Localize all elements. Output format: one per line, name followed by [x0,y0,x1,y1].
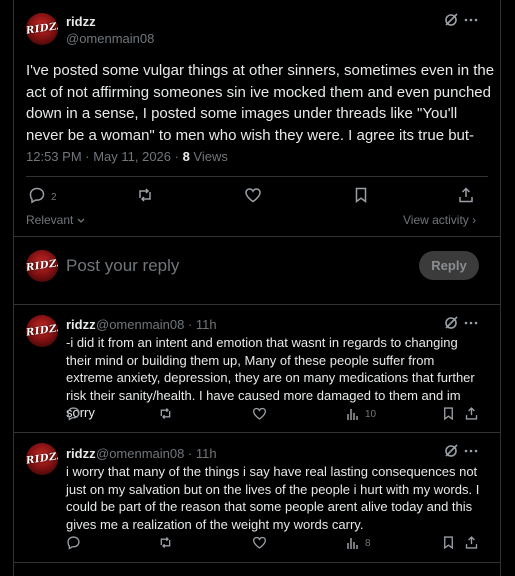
reply-author-name[interactable]: ridzz [66,446,96,461]
reply-author-handle[interactable]: @omenmain08 · 11h [96,317,217,332]
divider [13,304,501,305]
views-count: 10 [365,409,377,420]
share-icon[interactable] [457,186,475,204]
avatar-logo-text: RIDZZ [26,322,58,339]
divider [26,176,488,177]
more-icon[interactable] [464,13,478,27]
grok-icon[interactable] [443,12,459,28]
share-icon[interactable] [464,406,479,421]
post-body: I've posted some vulgar things at other … [26,62,495,144]
like-icon[interactable] [244,186,262,204]
reply-author-handle[interactable]: @omenmain08 · 11h [96,446,217,461]
bookmark-icon[interactable] [441,406,456,421]
reply-body: -i did it from an intent and emotion tha… [66,335,475,420]
author-handle[interactable]: @omenmain08 [66,31,154,46]
column-border-right [500,0,501,576]
like-icon[interactable] [252,535,267,550]
post-meta: 12:53 PM · May 11, 2026 · 8 Views [26,149,228,164]
divider [13,236,501,237]
chevron-down-icon [77,218,85,223]
column-border-left [13,0,14,576]
avatar-logo-text: RIDZZ [26,450,58,467]
author-name[interactable]: ridzz [66,14,96,29]
more-icon[interactable] [464,444,478,458]
view-activity-link[interactable]: View activity › [403,213,476,227]
relevant-label: Relevant [26,213,74,227]
repost-icon[interactable] [158,406,173,421]
views-count: 8 [365,538,371,549]
post-timestamp[interactable]: 12:53 PM · May 11, 2026 · [26,149,183,164]
share-icon[interactable] [464,535,479,550]
like-icon[interactable] [252,406,267,421]
divider [13,432,501,433]
reply-avatar[interactable]: RIDZZ [26,443,58,475]
reply-avatar[interactable]: RIDZZ [26,315,58,347]
reply-author-name[interactable]: ridzz [66,317,96,332]
composer-avatar[interactable]: RIDZZ [26,250,58,282]
repost-icon[interactable] [158,535,173,550]
reply-icon[interactable] [28,186,46,204]
views-label: Views [189,149,228,164]
grok-icon[interactable] [443,443,459,459]
grok-icon[interactable] [443,315,459,331]
reply-body: i worry that many of the things i say ha… [66,464,480,532]
repost-icon[interactable] [136,186,154,204]
views-count: 8 [182,149,190,164]
reply-icon[interactable] [66,406,81,421]
avatar-logo-text: RIDZZ [26,20,58,37]
views-icon[interactable] [346,536,360,550]
reply-button[interactable]: Reply [419,251,479,280]
reply-count: 2 [51,192,57,203]
bookmark-icon[interactable] [441,535,456,550]
bookmark-icon[interactable] [352,186,370,204]
more-icon[interactable] [464,316,478,330]
reply-icon[interactable] [66,535,81,550]
avatar-logo-text: RIDZZ [26,257,58,274]
reply-input[interactable]: Post your reply [66,256,179,276]
divider [13,562,501,563]
avatar[interactable]: RIDZZ [26,13,58,45]
views-icon[interactable] [346,407,360,421]
relevant-sort[interactable]: Relevant [26,213,85,227]
